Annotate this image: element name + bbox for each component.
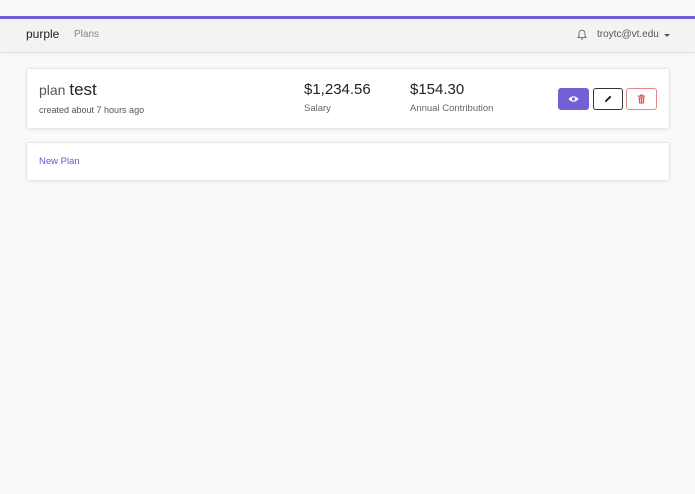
plan-created-time: created about 7 hours ago	[39, 105, 145, 115]
plan-title-prefix: plan	[39, 82, 66, 98]
contribution-value: $154.30	[410, 81, 465, 98]
plan-title: plan test	[39, 80, 97, 100]
plan-name: test	[69, 80, 97, 99]
user-menu[interactable]: troytc@vt.edu	[597, 29, 670, 40]
salary-label: Salary	[304, 103, 331, 114]
plan-card: plan test created about 7 hours ago $1,2…	[26, 68, 670, 129]
salary-value: $1,234.56	[304, 81, 371, 98]
trash-icon	[637, 94, 646, 104]
nav-link-plans[interactable]: Plans	[74, 29, 99, 40]
user-email: troytc@vt.edu	[597, 29, 659, 40]
bell-icon[interactable]	[576, 29, 588, 41]
edit-plan-button[interactable]	[593, 88, 623, 110]
view-plan-button[interactable]	[558, 88, 589, 110]
contribution-label: Annual Contribution	[410, 103, 494, 114]
navbar: purple Plans troytc@vt.edu	[0, 19, 695, 53]
caret-down-icon	[663, 33, 670, 37]
new-plan-link[interactable]: New Plan	[39, 156, 80, 167]
brand-logo[interactable]: purple	[26, 27, 59, 41]
pencil-icon	[604, 95, 612, 103]
eye-icon	[568, 96, 579, 102]
delete-plan-button[interactable]	[626, 88, 657, 110]
new-plan-card: New Plan	[26, 142, 670, 181]
